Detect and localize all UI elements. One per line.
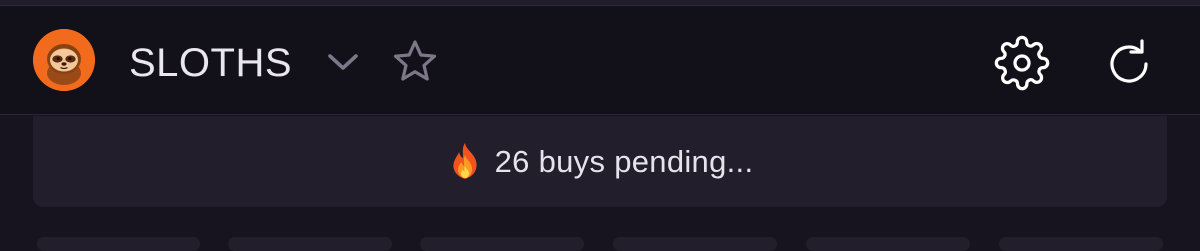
tab-pill[interactable] <box>228 237 392 251</box>
sloth-avatar-icon <box>33 29 95 91</box>
gear-icon[interactable] <box>994 35 1050 91</box>
pending-buys-banner: 26 buys pending... <box>33 116 1167 207</box>
chevron-down-icon[interactable] <box>326 50 360 74</box>
token-name[interactable]: SLOTHS <box>129 40 292 86</box>
star-icon[interactable] <box>391 38 439 86</box>
pending-buys-text: 26 buys pending... <box>494 143 754 179</box>
fire-icon <box>453 142 477 179</box>
tab-pill[interactable] <box>420 237 584 251</box>
refresh-icon[interactable] <box>1102 37 1156 91</box>
header-divider <box>0 114 1200 115</box>
tab-pill[interactable] <box>613 237 777 251</box>
tab-pill[interactable] <box>806 237 970 251</box>
tab-pill[interactable] <box>37 237 200 251</box>
tab-pill[interactable] <box>999 237 1163 251</box>
